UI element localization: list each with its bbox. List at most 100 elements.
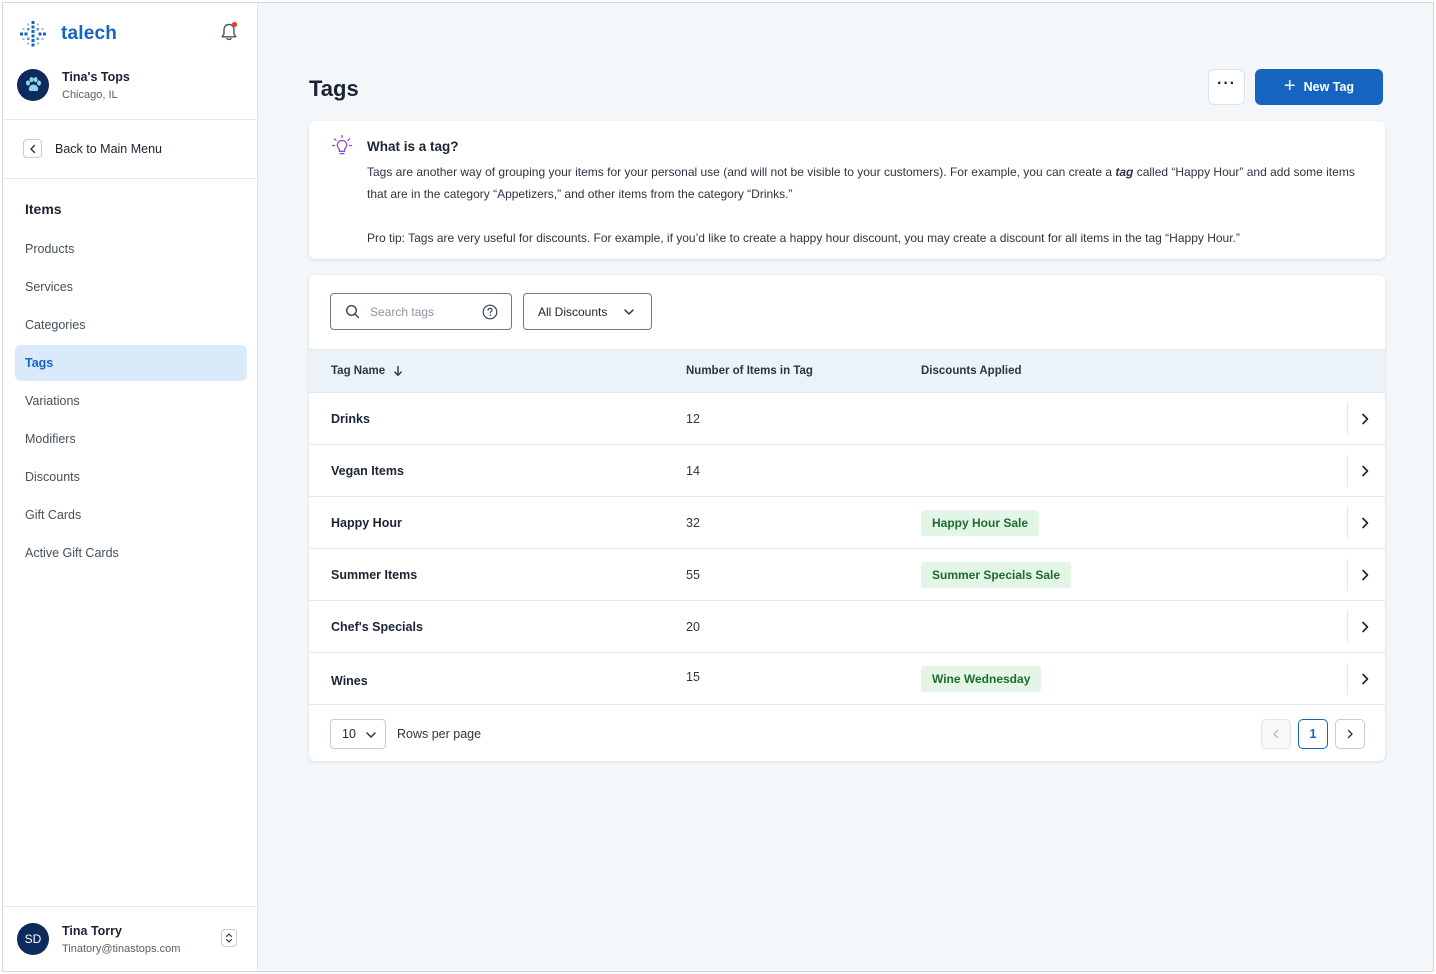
page-title: Tags: [309, 76, 359, 101]
tag-name: Vegan Items: [331, 464, 404, 478]
row-divider: [1347, 663, 1348, 695]
next-page-button[interactable]: [1335, 719, 1365, 749]
item-count: 15: [686, 670, 700, 684]
sidebar-item-active-gift-cards[interactable]: Active Gift Cards: [15, 535, 247, 571]
app-window: talech Tina's Tops Chicago, IL Back to M…: [2, 2, 1434, 972]
info-description: Tags are another way of grouping your it…: [367, 165, 1355, 201]
chevron-left-icon: [29, 144, 35, 153]
column-header-tag-name[interactable]: Tag Name: [331, 365, 403, 377]
sidebar-item-services[interactable]: Services: [15, 269, 247, 305]
item-count: 55: [686, 568, 700, 582]
sidebar-item-gift-cards[interactable]: Gift Cards: [15, 497, 247, 533]
tag-name: Summer Items: [331, 568, 418, 582]
row-divider: [1347, 507, 1348, 539]
chevron-right-icon[interactable]: [1359, 464, 1371, 478]
sidebar-item-label: Modifiers: [25, 432, 76, 446]
more-dots-icon: ···: [1217, 75, 1236, 92]
item-count: 12: [686, 412, 700, 426]
sidebar-item-label: Categories: [25, 318, 86, 332]
sidebar-item-tags[interactable]: Tags: [15, 345, 247, 381]
account-name: Tina's Tops: [62, 69, 130, 84]
sidebar-section-title: Items: [25, 201, 62, 217]
tag-name: Drinks: [331, 412, 370, 426]
sidebar-item-label: Tags: [25, 356, 54, 370]
plus-icon: +: [1283, 75, 1296, 97]
table-row[interactable]: Drinks 12: [309, 393, 1385, 445]
table-row[interactable]: Vegan Items 14: [309, 445, 1385, 497]
table-row[interactable]: Happy Hour 32 Happy Hour Sale: [309, 497, 1385, 549]
table-body: Drinks 12 Vegan Items 14 Happy Hour 32 H…: [309, 393, 1385, 705]
info-body: Tags are another way of grouping your it…: [367, 161, 1357, 249]
chevron-right-icon[interactable]: [1359, 620, 1371, 634]
sidebar-item-label: Gift Cards: [25, 508, 82, 522]
discount-badge: Happy Hour Sale: [921, 510, 1040, 536]
sidebar-item-variations[interactable]: Variations: [15, 383, 247, 419]
table-footer: 10 Rows per page 1: [309, 705, 1385, 761]
discount-filter-value: All Discounts: [538, 304, 608, 319]
notification-bell-icon[interactable]: [219, 21, 239, 43]
help-circle-icon[interactable]: [482, 304, 498, 320]
rows-per-page-dropdown[interactable]: 10: [330, 719, 386, 749]
sidebar: talech Tina's Tops Chicago, IL Back to M…: [3, 3, 258, 971]
user-name: Tina Torry: [62, 923, 122, 938]
sidebar-item-products[interactable]: Products: [15, 231, 247, 267]
sidebar-item-label: Active Gift Cards: [25, 546, 119, 560]
sidebar-item-modifiers[interactable]: Modifiers: [15, 421, 247, 457]
sidebar-nav: Products Services Categories Tags Variat…: [15, 231, 247, 573]
previous-page-button[interactable]: [1261, 719, 1291, 749]
sort-arrow-down-icon[interactable]: [393, 365, 403, 377]
rows-per-page-value: 10: [342, 727, 356, 741]
discount-badge: Wine Wednesday: [921, 666, 1042, 692]
column-header-item-count: Number of Items in Tag: [686, 365, 813, 377]
chevron-right-icon: [1347, 729, 1353, 739]
sidebar-item-categories[interactable]: Categories: [15, 307, 247, 343]
sidebar-item-label: Services: [25, 280, 73, 294]
brand-name: talech: [61, 23, 118, 44]
tag-name: Wines: [331, 674, 368, 688]
sidebar-item-discounts[interactable]: Discounts: [15, 459, 247, 495]
info-title: What is a tag?: [367, 139, 459, 154]
paw-icon: [26, 77, 41, 92]
sidebar-divider: [3, 178, 258, 179]
chevron-right-icon[interactable]: [1359, 412, 1371, 426]
back-to-main-menu[interactable]: Back to Main Menu: [23, 139, 162, 158]
user-menu-toggle[interactable]: [221, 929, 237, 947]
search-box[interactable]: [330, 293, 512, 330]
table-row[interactable]: Chef's Specials 20: [309, 601, 1385, 653]
new-tag-button[interactable]: + New Tag: [1255, 69, 1383, 105]
sidebar-item-label: Discounts: [25, 470, 80, 484]
chevron-up-down-icon: [225, 933, 233, 943]
row-divider: [1347, 455, 1348, 487]
discount-badge: Summer Specials Sale: [921, 562, 1072, 588]
user-avatar: SD: [17, 923, 49, 955]
account-switcher[interactable]: Tina's Tops Chicago, IL: [17, 69, 130, 101]
page-number-button[interactable]: 1: [1298, 719, 1328, 749]
info-emphasis: tag: [1115, 165, 1134, 179]
table-row[interactable]: Wines 15 Wine Wednesday: [309, 653, 1385, 705]
info-card: What is a tag? Tags are another way of g…: [309, 121, 1385, 259]
user-profile[interactable]: SD Tina Torry Tinatory@tinastops.com: [17, 923, 180, 955]
search-input[interactable]: [370, 304, 480, 319]
tags-table-card: All Discounts Tag Name Number of Items i…: [309, 275, 1385, 761]
sidebar-item-label: Variations: [25, 394, 80, 408]
tag-name: Chef's Specials: [331, 620, 423, 634]
chevron-right-icon[interactable]: [1359, 516, 1371, 530]
brand[interactable]: talech: [19, 19, 117, 49]
back-button[interactable]: [23, 139, 42, 158]
user-email: Tinatory@tinastops.com: [62, 942, 181, 955]
table-row[interactable]: Summer Items 55 Summer Specials Sale: [309, 549, 1385, 601]
sidebar-divider: [3, 119, 258, 120]
new-tag-label: New Tag: [1303, 80, 1355, 94]
more-options-button[interactable]: ···: [1208, 69, 1245, 105]
chevron-right-icon[interactable]: [1359, 568, 1371, 582]
account-avatar: [17, 69, 49, 101]
talech-logo-icon: [20, 21, 46, 47]
chevron-right-icon[interactable]: [1359, 672, 1371, 686]
item-count: 14: [686, 464, 700, 478]
row-divider: [1347, 403, 1348, 435]
chevron-down-icon: [624, 309, 634, 315]
back-label: Back to Main Menu: [55, 141, 162, 156]
info-pro-tip: Pro tip: Tags are very useful for discou…: [367, 231, 1240, 245]
discount-filter-dropdown[interactable]: All Discounts: [523, 293, 652, 330]
row-divider: [1347, 611, 1348, 643]
